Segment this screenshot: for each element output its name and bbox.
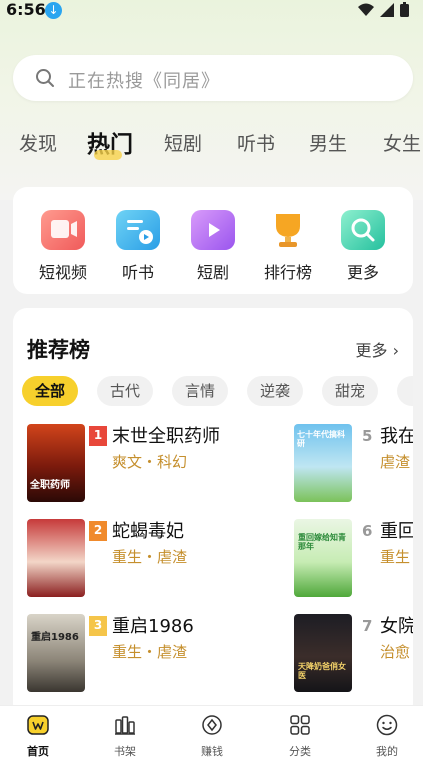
book-title: 我在 — [380, 426, 413, 447]
book-cover: 重回嫁给知青那年 — [294, 519, 352, 597]
nav-label: 首页 — [27, 745, 49, 758]
cover-text: 全职药师 — [30, 480, 70, 491]
recommend-ranking-card: 推荐榜 更多 › 全部 古代 言情 逆袭 甜宠 全职药师 1 末世全职药师 爽文… — [13, 308, 413, 718]
active-tab-indicator — [94, 150, 122, 160]
shortcut-label: 短剧 — [196, 263, 229, 282]
search-placeholder: 正在热搜《同居》 — [68, 71, 220, 92]
nav-label: 赚钱 — [201, 745, 223, 758]
cover-text: 重回嫁给知青那年 — [298, 533, 346, 551]
shortcut-short-video[interactable]: 短视频 — [33, 210, 93, 283]
book-title: 蛇蝎毒妃 — [112, 521, 184, 542]
ranking-title: 推荐榜 — [27, 338, 90, 362]
shortcut-label: 更多 — [346, 263, 379, 282]
shortcut-more[interactable]: 更多 — [333, 210, 393, 283]
search-icon — [36, 69, 54, 87]
book-cover: 天降奶爸俏女医 — [294, 614, 352, 692]
nav-bookshelf[interactable]: 书架 — [95, 714, 155, 759]
short-drama-icon — [191, 210, 235, 250]
tab-female[interactable]: 女生 — [383, 129, 421, 156]
more-search-icon — [341, 210, 385, 250]
coin-icon — [202, 715, 222, 735]
chip-all[interactable]: 全部 — [22, 376, 78, 406]
tab-audiobook[interactable]: 听书 — [237, 129, 275, 156]
shortcut-short-drama[interactable]: 短剧 — [183, 210, 243, 283]
cover-text: 重启1986 — [31, 632, 79, 643]
category-tabs: 发现 热门 短剧 听书 男生 女生 — [0, 125, 423, 165]
book-title: 重启1986 — [112, 616, 194, 637]
rank-number: 7 — [362, 617, 373, 635]
smiley-profile-icon — [376, 714, 398, 736]
nav-earn[interactable]: 赚钱 — [182, 714, 242, 759]
video-icon — [41, 210, 85, 250]
chip-comeback[interactable]: 逆袭 — [247, 376, 303, 406]
nav-label: 分类 — [289, 745, 311, 758]
book-title: 末世全职药师 — [112, 426, 220, 447]
book-title: 女院 — [380, 616, 413, 637]
rank-badge: 1 — [89, 426, 107, 446]
nav-label: 我的 — [376, 745, 398, 758]
nav-home[interactable]: 首页 — [8, 714, 68, 759]
chevron-right-icon: › — [392, 341, 399, 360]
chip-partial[interactable] — [397, 376, 413, 406]
rank-number: 6 — [362, 522, 373, 540]
rank-badge: 2 — [89, 521, 107, 541]
search-bar[interactable]: 正在热搜《同居》 — [13, 55, 413, 101]
home-icon — [27, 715, 49, 735]
category-grid-icon — [290, 715, 310, 735]
audiobook-icon — [116, 210, 160, 250]
battery-icon — [400, 2, 409, 17]
book-meta: 重生・虐渣 — [112, 548, 188, 566]
book-meta: 虐渣 — [380, 453, 411, 471]
signal-icon — [380, 2, 394, 17]
chip-sweet[interactable]: 甜宠 — [322, 376, 378, 406]
download-icon: ↓ — [45, 2, 62, 19]
status-icons — [358, 2, 409, 17]
nav-profile[interactable]: 我的 — [357, 714, 417, 759]
shortcut-label: 短视频 — [38, 263, 87, 282]
wifi-icon — [358, 3, 374, 16]
shortcut-label: 听书 — [121, 263, 154, 282]
book-cover: 全职药师 — [27, 424, 85, 502]
shortcut-ranking[interactable]: 排行榜 — [258, 210, 318, 283]
book-title: 重回 — [380, 521, 413, 542]
chip-ancient[interactable]: 古代 — [97, 376, 153, 406]
tab-discover[interactable]: 发现 — [19, 129, 57, 156]
ranking-more-link[interactable]: 更多 › — [355, 337, 399, 361]
tab-male[interactable]: 男生 — [309, 129, 347, 156]
shortcut-audiobook[interactable]: 听书 — [108, 210, 168, 283]
cover-text: 天降奶爸俏女医 — [298, 662, 346, 680]
rank-number: 5 — [362, 427, 373, 445]
status-bar: 6:56 ↓ — [0, 0, 423, 22]
nav-category[interactable]: 分类 — [270, 714, 330, 759]
bottom-navigation: 首页 书架 赚钱 分类 我的 — [0, 705, 423, 763]
tab-short-drama[interactable]: 短剧 — [164, 129, 202, 156]
book-cover: 重启1986 — [27, 614, 85, 692]
trophy-icon — [266, 210, 310, 250]
cover-text: 七十年代搞科研 — [297, 430, 345, 448]
book-cover: 七十年代搞科研 — [294, 424, 352, 502]
status-time: 6:56 — [6, 0, 46, 19]
book-meta: 爽文・科幻 — [112, 453, 188, 471]
chip-romance[interactable]: 言情 — [172, 376, 228, 406]
book-cover — [27, 519, 85, 597]
more-label: 更多 — [355, 341, 388, 360]
shortcut-card: 短视频 听书 短剧 排行榜 更多 — [13, 187, 413, 294]
book-meta: 重生・虐渣 — [112, 643, 188, 661]
rank-badge: 3 — [89, 616, 107, 636]
book-meta: 重生 — [380, 548, 411, 566]
shortcut-label: 排行榜 — [263, 263, 312, 282]
book-meta: 治愈 — [380, 643, 411, 661]
nav-label: 书架 — [114, 745, 136, 758]
bookshelf-icon — [115, 716, 135, 735]
